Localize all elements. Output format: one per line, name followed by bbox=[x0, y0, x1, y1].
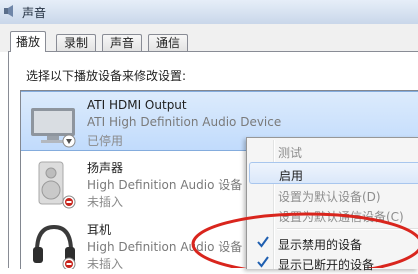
device-status: 未插入 bbox=[87, 195, 124, 209]
monitor-icon bbox=[31, 108, 76, 148]
menu-item-enable[interactable]: 启用 bbox=[249, 162, 418, 184]
tab-playback[interactable]: 播放 bbox=[10, 31, 46, 52]
menu-item-show-disabled[interactable]: 显示禁用的设备 bbox=[249, 232, 418, 254]
device-name: ATI HDMI Output bbox=[87, 98, 187, 112]
device-status: 未插入 bbox=[87, 257, 124, 269]
speaker-icon bbox=[4, 5, 13, 17]
device-name: 扬声器 bbox=[87, 161, 124, 175]
menu-item-set-default[interactable]: 设置为默认设备(D) bbox=[249, 184, 418, 206]
device-name: 耳机 bbox=[87, 223, 112, 237]
tab-recording[interactable]: 录制 bbox=[56, 34, 96, 51]
title-bar: 声音 bbox=[0, 0, 418, 25]
window-title: 声音 bbox=[22, 6, 47, 20]
menu-separator bbox=[277, 228, 418, 230]
headphones-icon bbox=[33, 224, 76, 269]
menu-item-test[interactable]: 测试 bbox=[249, 140, 418, 162]
tab-strip: 播放 录制 声音 通信 bbox=[0, 24, 418, 52]
speaker-icon bbox=[38, 161, 76, 209]
menu-item-set-default-comm[interactable]: 设置为默认通信设备(C) bbox=[249, 204, 418, 226]
menu-item-show-disconnected[interactable]: 显示已断开的设备 bbox=[249, 252, 418, 274]
tab-communications[interactable]: 通信 bbox=[148, 34, 188, 51]
checkmark-icon bbox=[257, 236, 269, 248]
device-description: High Definition Audio 设备 bbox=[87, 240, 243, 254]
device-status: 已停用 bbox=[87, 134, 124, 148]
tab-sounds[interactable]: 声音 bbox=[102, 34, 142, 51]
device-description: High Definition Audio 设备 bbox=[87, 178, 243, 192]
device-description: ATI High Definition Audio Device bbox=[87, 115, 282, 129]
context-menu: 测试 启用 设置为默认设备(D) 设置为默认通信设备(C) 显示禁用的设备 显示… bbox=[246, 137, 418, 272]
instruction-text: 选择以下播放设备来修改设置: bbox=[26, 69, 187, 83]
